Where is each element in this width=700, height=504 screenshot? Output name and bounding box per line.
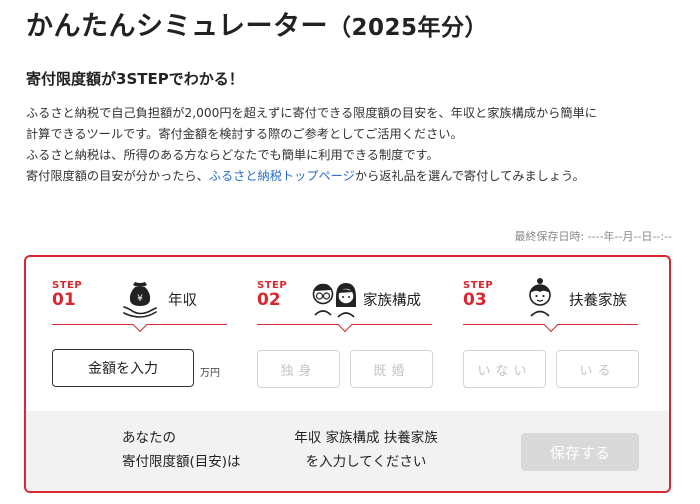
step-label: 年収 bbox=[168, 293, 197, 309]
description: ふるさと納税で自己負担額が2,000円を超えずに寄付できる限度額の目安を、年収と… bbox=[26, 103, 686, 187]
section-subtitle: 寄付限度額が3STEPでわかる！ bbox=[26, 70, 244, 88]
description-text: から返礼品を選んで寄付してみましょう。 bbox=[354, 169, 585, 183]
income-unit-label: 万円 bbox=[200, 368, 220, 379]
money-bag-hand-icon: ¥ bbox=[120, 275, 160, 323]
result-message: 年収 家族構成 扶養家族 を入力してください bbox=[282, 426, 450, 474]
step-income: STEP 01 ¥ 年収 bbox=[52, 275, 227, 333]
dependents-yes-button[interactable]: いる bbox=[556, 350, 639, 388]
page-title: かんたんシミュレーター（2025年分） bbox=[26, 4, 488, 43]
last-saved-timestamp: 最終保存日時: ----年--月--日--:-- bbox=[514, 230, 672, 243]
step-number: 01 bbox=[52, 290, 76, 310]
step-label: 扶養家族 bbox=[569, 293, 627, 309]
description-text: 寄付限度額の目安が分かったら、 bbox=[26, 169, 209, 183]
result-area: あなたの 寄付限度額(目安)は 年収 家族構成 扶養家族 を入力してください 保… bbox=[26, 411, 669, 491]
result-label: あなたの 寄付限度額(目安)は bbox=[122, 426, 241, 474]
dependents-none-button[interactable]: いない bbox=[463, 350, 546, 388]
child-icon bbox=[523, 275, 557, 323]
step-badge: STEP 01 bbox=[52, 281, 82, 309]
enter-amount-button[interactable]: 金額を入力 bbox=[52, 349, 194, 387]
description-line: 計算できるツールです。寄付金額を検討する際のご参考としてご活用ください。 bbox=[26, 127, 463, 141]
page-title-main: かんたんシミュレーター bbox=[26, 11, 328, 42]
step-dependents: STEP 03 扶養家族 bbox=[463, 275, 638, 333]
step-number: 02 bbox=[257, 290, 281, 310]
simulator-panel: STEP 01 ¥ 年収 STEP 02 家族構成 STEP 03 扶養家族 金… bbox=[24, 255, 671, 493]
step-family: STEP 02 家族構成 bbox=[257, 275, 432, 333]
family-married-button[interactable]: 既婚 bbox=[350, 350, 433, 388]
step-label: 家族構成 bbox=[363, 293, 421, 309]
description-line: ふるさと納税で自己負担額が2,000円を超えずに寄付できる限度額の目安を、年収と… bbox=[26, 106, 597, 120]
family-single-button[interactable]: 独身 bbox=[257, 350, 340, 388]
result-label-line: 寄付限度額(目安)は bbox=[122, 454, 241, 470]
svg-text:¥: ¥ bbox=[137, 294, 143, 304]
result-message-line: 年収 家族構成 扶養家族 bbox=[294, 430, 438, 446]
description-line: ふるさと納税は、所得のある方ならどなたでも簡単に利用できる制度です。 bbox=[26, 148, 439, 162]
description-line: 寄付限度額の目安が分かったら、ふるさと納税トップページから返礼品を選んで寄付して… bbox=[26, 166, 686, 187]
save-button[interactable]: 保存する bbox=[521, 433, 639, 471]
step-badge: STEP 03 bbox=[463, 281, 493, 309]
result-label-line: あなたの bbox=[122, 430, 176, 446]
couple-icon bbox=[309, 275, 359, 325]
furusato-top-link[interactable]: ふるさと納税トップページ bbox=[209, 169, 355, 183]
step-number: 03 bbox=[463, 290, 487, 310]
page-title-year: （2025年分） bbox=[327, 15, 488, 41]
result-message-line: を入力してください bbox=[305, 454, 427, 470]
step-badge: STEP 02 bbox=[257, 281, 287, 309]
